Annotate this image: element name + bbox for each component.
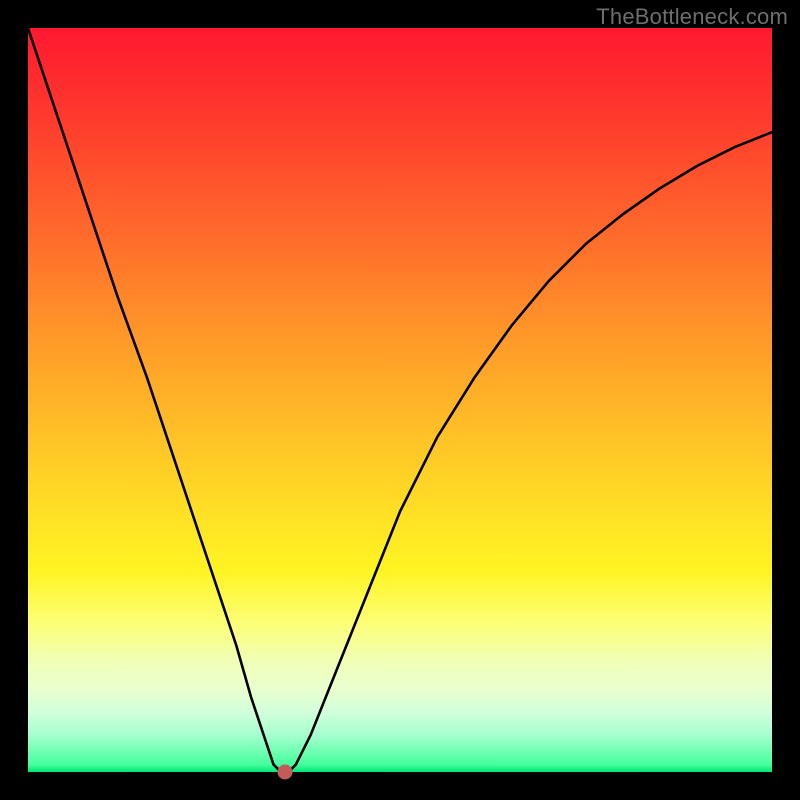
minimum-marker bbox=[277, 765, 292, 780]
bottleneck-curve bbox=[28, 28, 772, 772]
chart-frame: TheBottleneck.com bbox=[0, 0, 800, 800]
watermark-text: TheBottleneck.com bbox=[596, 4, 788, 30]
